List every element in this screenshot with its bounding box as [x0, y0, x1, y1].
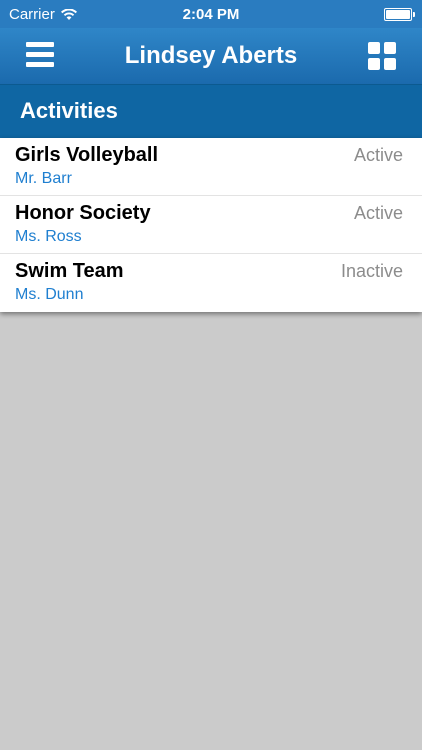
activity-name: Swim Team [15, 260, 124, 282]
activity-teacher: Ms. Ross [15, 228, 82, 245]
activity-teacher: Mr. Barr [15, 170, 72, 187]
list-item[interactable]: Swim Team Ms. Dunn Inactive [0, 254, 422, 312]
activity-name: Honor Society [15, 202, 151, 224]
list-item[interactable]: Girls Volleyball Mr. Barr Active [0, 138, 422, 196]
grid-icon[interactable] [368, 42, 396, 70]
nav-bar: Lindsey Aberts [0, 28, 422, 84]
activity-teacher: Ms. Dunn [15, 286, 84, 303]
page-title: Lindsey Aberts [124, 42, 298, 69]
status-bar: Carrier 2:04 PM [0, 0, 422, 28]
activity-status: Active [353, 145, 403, 165]
app-screen: Carrier 2:04 PM Lindsey Aberts Activitie… [0, 0, 422, 750]
section-header: Activities [0, 84, 422, 138]
status-time: 2:04 PM [182, 6, 240, 23]
section-title: Activities [20, 98, 118, 123]
activity-status: Active [353, 203, 403, 223]
activity-status: Inactive [340, 261, 403, 281]
list-item[interactable]: Honor Society Ms. Ross Active [0, 196, 422, 254]
activities-list: Girls Volleyball Mr. Barr Active Honor S… [0, 138, 422, 312]
activity-name: Girls Volleyball [15, 144, 159, 166]
battery-icon [384, 8, 415, 21]
